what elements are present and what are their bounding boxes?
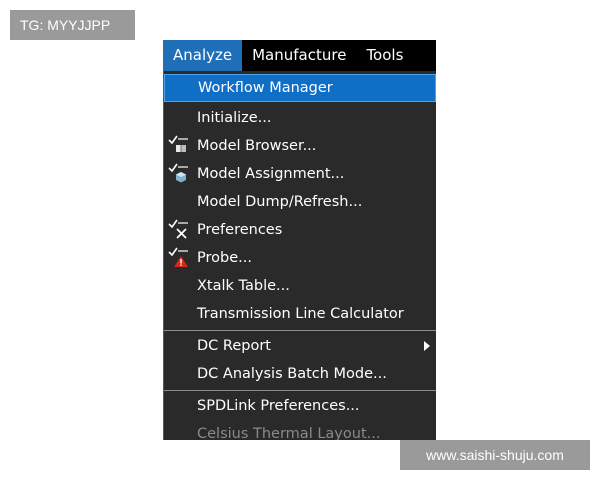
menu-item-label: Preferences bbox=[197, 222, 283, 238]
menu-item-label: Model Assignment... bbox=[197, 166, 345, 182]
menu-item-workflow-manager[interactable]: Workflow Manager bbox=[164, 74, 436, 102]
preferences-icon bbox=[168, 219, 188, 239]
menu-item-spdlink-preferences[interactable]: SPDLink Preferences... bbox=[164, 392, 436, 420]
watermark-site: www.saishi-shuju.com bbox=[400, 440, 590, 470]
menu-item-model-browser[interactable]: Model Browser... bbox=[164, 132, 436, 160]
menu-item-preferences[interactable]: Preferences bbox=[164, 216, 436, 244]
menu-item-label: Model Dump/Refresh... bbox=[197, 194, 363, 210]
menu-item-label: Transmission Line Calculator bbox=[197, 306, 404, 322]
menubar-manufacture[interactable]: Manufacture bbox=[242, 40, 356, 71]
menu-item-dc-analysis-batch-mode[interactable]: DC Analysis Batch Mode... bbox=[164, 360, 436, 388]
menu-item-dc-report[interactable]: DC Report bbox=[164, 332, 436, 360]
menu-item-label: DC Report bbox=[197, 338, 271, 354]
menu-separator bbox=[164, 390, 436, 391]
model-browser-icon bbox=[168, 135, 188, 152]
menu-item-label: Celsius Thermal Layout... bbox=[197, 426, 381, 440]
menu-separator bbox=[164, 330, 436, 331]
probe-warning-icon bbox=[168, 247, 188, 267]
model-assignment-icon bbox=[168, 163, 188, 183]
menu-item-transmission-line-calculator[interactable]: Transmission Line Calculator bbox=[164, 300, 436, 328]
menu-item-label: Probe... bbox=[197, 250, 252, 266]
analyze-dropdown-menu: Workflow Manager Initialize... Model Bro… bbox=[163, 71, 436, 440]
menubar: Analyze Manufacture Tools bbox=[163, 40, 436, 71]
menu-window: Analyze Manufacture Tools Workflow Manag… bbox=[163, 40, 436, 440]
menu-item-initialize[interactable]: Initialize... bbox=[164, 104, 436, 132]
menubar-analyze[interactable]: Analyze bbox=[163, 40, 243, 71]
menu-item-probe[interactable]: Probe... bbox=[164, 244, 436, 272]
menu-item-label: Model Browser... bbox=[197, 138, 317, 154]
menu-item-label: Workflow Manager bbox=[198, 80, 333, 96]
menu-item-label: SPDLink Preferences... bbox=[197, 398, 360, 414]
menu-item-label: Initialize... bbox=[197, 110, 272, 126]
watermark-tag: TG: MYYJJPP bbox=[10, 10, 135, 40]
submenu-arrow-icon bbox=[424, 341, 430, 351]
menu-item-label: DC Analysis Batch Mode... bbox=[197, 366, 387, 382]
menu-item-model-assignment[interactable]: Model Assignment... bbox=[164, 160, 436, 188]
menu-item-celsius-thermal-layout: Celsius Thermal Layout... bbox=[164, 420, 436, 440]
menu-item-model-dump-refresh[interactable]: Model Dump/Refresh... bbox=[164, 188, 436, 216]
menu-item-label: Xtalk Table... bbox=[197, 278, 290, 294]
menubar-tools[interactable]: Tools bbox=[356, 40, 413, 71]
menu-item-xtalk-table[interactable]: Xtalk Table... bbox=[164, 272, 436, 300]
